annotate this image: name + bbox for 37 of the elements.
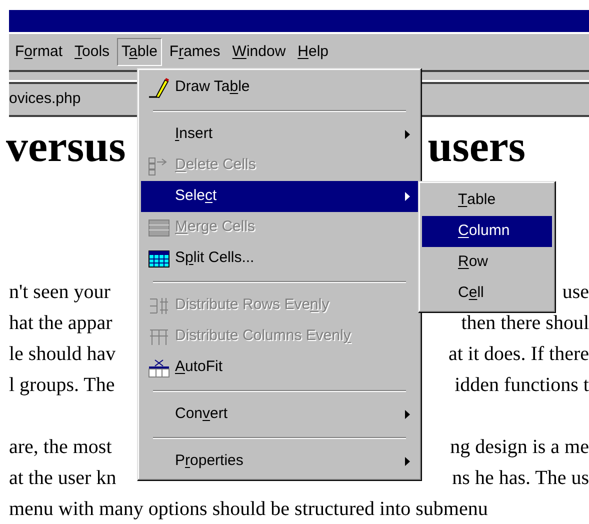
pencil-icon [148, 76, 170, 98]
menu-bar-item[interactable]: Format [10, 38, 68, 66]
submenu-arrow-icon [405, 192, 410, 201]
submenu-arrow-icon [405, 130, 410, 139]
menu-item[interactable]: Select [141, 181, 418, 212]
menu-bar-item[interactable]: Table [116, 38, 162, 66]
submenu-arrow-icon [405, 410, 410, 419]
menu-bar-item[interactable]: Help [292, 38, 334, 66]
menu-item[interactable]: Insert [141, 119, 418, 150]
menu-item[interactable]: Convert [141, 399, 418, 430]
distribute-columns-icon [148, 326, 170, 346]
body-text: l groups. The [9, 373, 115, 398]
submenu-arrow-icon [405, 457, 410, 466]
menu-item[interactable]: AutoFit [141, 352, 418, 383]
submenu-item[interactable]: Column [422, 216, 552, 247]
body-text: are, the most [9, 435, 112, 460]
merge-cells-icon [148, 218, 170, 236]
table-grid-icon [148, 250, 170, 268]
menu-item[interactable]: Properties [141, 446, 418, 477]
body-text: le should hav [9, 342, 116, 367]
document-tab[interactable]: ovices.php [9, 88, 81, 111]
menu-bar-item[interactable]: Tools [70, 38, 115, 66]
body-text: hat the appar [9, 311, 112, 336]
menu-item[interactable]: Split Cells... [141, 243, 418, 274]
submenu-item[interactable]: Cell [422, 278, 552, 309]
menu-bar-item[interactable]: Frames [164, 38, 226, 66]
body-text: menu with many options should be structured into submenu [9, 497, 488, 522]
menu-item[interactable]: Draw Table [141, 72, 418, 103]
body-text: n't seen your [9, 280, 110, 305]
distribute-rows-icon [148, 296, 170, 316]
menu-bar-item[interactable]: Window [227, 38, 291, 66]
autofit-table-icon [148, 358, 170, 378]
heading-text: versus [6, 125, 126, 169]
body-text: at the user kn [9, 466, 116, 491]
heading-text: users [428, 125, 526, 169]
submenu-item[interactable]: Row [422, 247, 552, 278]
submenu-item[interactable]: Table [422, 185, 552, 216]
